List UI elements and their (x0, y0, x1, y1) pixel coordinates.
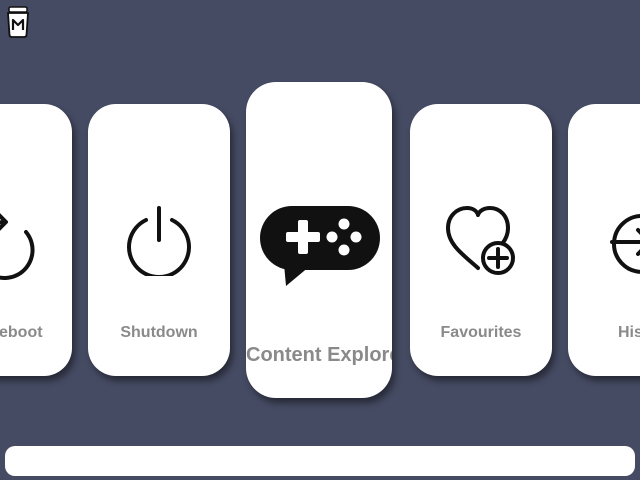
menu-card-label: Content Explore (246, 344, 392, 366)
menu-card-history[interactable]: History (568, 104, 640, 376)
menu-card-favourites[interactable]: Favourites (410, 104, 552, 376)
history-icon (610, 214, 640, 274)
menu-card-content-explore[interactable]: Content Explore (246, 82, 392, 398)
menu-card-label: History (618, 324, 640, 341)
app-logo-icon (7, 6, 29, 38)
menu-card-label: Shutdown (120, 324, 198, 341)
gamepad-chat-icon (260, 206, 380, 286)
menu-card-shutdown[interactable]: Shutdown (88, 104, 230, 376)
app-screen: Reboot Shutdown Content Explore (0, 0, 640, 480)
power-icon (127, 206, 191, 276)
heart-plus-icon (446, 206, 515, 275)
menu-card-reboot[interactable]: Reboot (0, 104, 72, 376)
bottom-info-bar (5, 446, 635, 476)
menu-card-label: Reboot (0, 324, 43, 341)
reboot-icon (0, 213, 35, 280)
menu-card-label: Favourites (440, 324, 522, 341)
